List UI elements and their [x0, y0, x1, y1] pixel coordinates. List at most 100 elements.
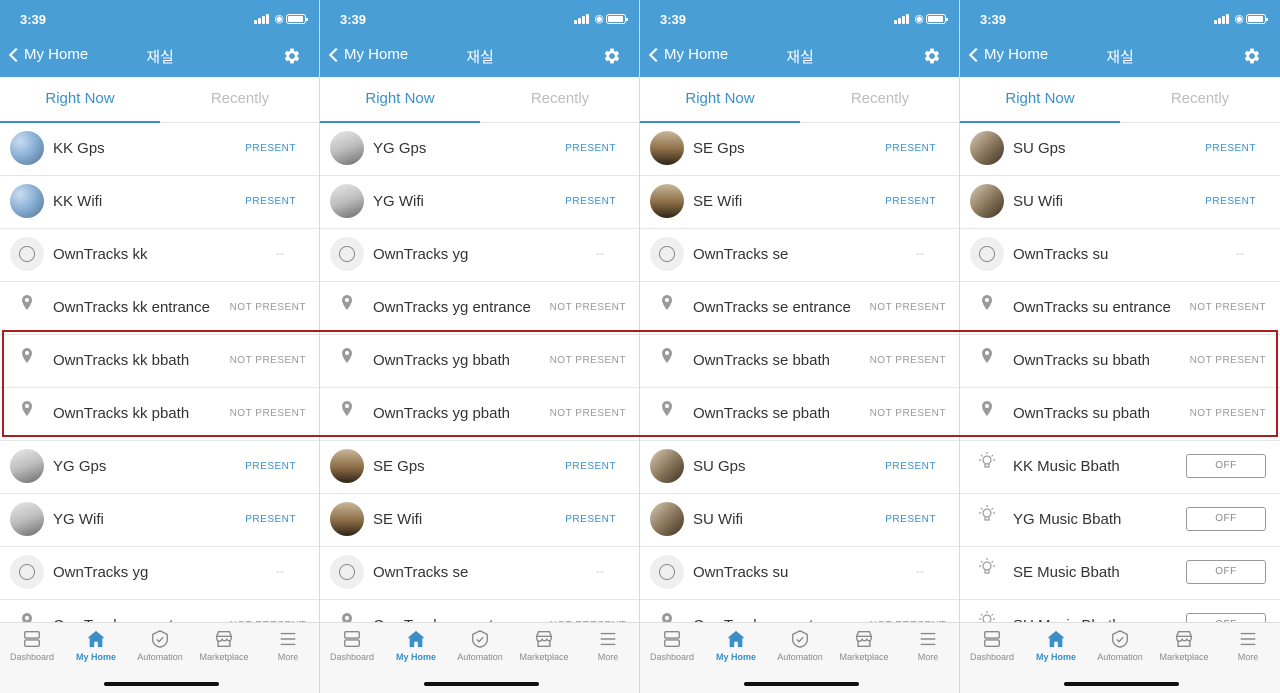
avatar	[970, 184, 1004, 218]
list-item[interactable]: YG Wifi PRESENT	[320, 176, 639, 229]
tab-recently[interactable]: Recently	[1120, 77, 1280, 123]
list-item[interactable]: OwnTracks yg bbath NOT PRESENT	[320, 335, 639, 388]
list-item[interactable]: OwnTracks se --	[640, 229, 959, 282]
tabbar-item-home[interactable]: My Home	[704, 629, 768, 662]
list-item[interactable]: SE Wifi PRESENT	[320, 494, 639, 547]
marketplace-icon	[1152, 629, 1216, 649]
tabbar-item-more[interactable]: More	[256, 629, 319, 662]
toggle-button[interactable]: OFF	[1186, 507, 1266, 531]
list-item[interactable]: YG Gps PRESENT	[320, 123, 639, 176]
tabbar-item-marketplace[interactable]: Marketplace	[832, 629, 896, 662]
location-pin-icon	[10, 343, 44, 377]
list-item[interactable]: SU Gps PRESENT	[960, 123, 1280, 176]
tabbar-item-home[interactable]: My Home	[64, 629, 128, 662]
tabbar-item-home[interactable]: My Home	[384, 629, 448, 662]
tab-recently[interactable]: Recently	[480, 77, 639, 123]
list-item[interactable]: OwnTracks su pbath NOT PRESENT	[960, 388, 1280, 441]
dashboard-icon	[320, 629, 384, 649]
presence-status: PRESENT	[885, 143, 936, 154]
list-item[interactable]: SE Music Bbath OFF	[960, 547, 1280, 600]
tabbar-item-more[interactable]: More	[896, 629, 959, 662]
list-item[interactable]: SE Gps PRESENT	[640, 123, 959, 176]
tabbar-label: More	[917, 652, 939, 662]
tabbar-label: Dashboard	[9, 652, 55, 662]
list-item[interactable]: OwnTracks su bbath NOT PRESENT	[960, 335, 1280, 388]
list-item[interactable]: KK Gps PRESENT	[0, 123, 319, 176]
location-pin-icon	[10, 396, 44, 430]
tabbar-item-more[interactable]: More	[1216, 629, 1280, 662]
tab-right-now[interactable]: Right Now	[320, 77, 480, 123]
tabbar-item-more[interactable]: More	[576, 629, 639, 662]
list-item[interactable]: OwnTracks kk bbath NOT PRESENT	[0, 335, 319, 388]
tabbar-item-automation[interactable]: Automation	[768, 629, 832, 662]
tab-strip: Right Now Recently	[960, 77, 1280, 123]
gear-icon[interactable]	[922, 46, 942, 66]
list-item[interactable]: YG Wifi PRESENT	[0, 494, 319, 547]
location-pin-icon	[970, 343, 1004, 377]
avatar	[330, 184, 364, 218]
tabbar-item-marketplace[interactable]: Marketplace	[192, 629, 256, 662]
device-name: OwnTracks su	[693, 564, 789, 581]
presence-status: --	[1236, 249, 1244, 260]
tabbar-item-marketplace[interactable]: Marketplace	[1152, 629, 1216, 662]
gear-icon[interactable]	[282, 46, 302, 66]
list-item[interactable]: OwnTracks se pbath NOT PRESENT	[640, 388, 959, 441]
list-item[interactable]: SE Gps PRESENT	[320, 441, 639, 494]
tab-right-now[interactable]: Right Now	[640, 77, 800, 123]
list-item[interactable]: OwnTracks yg entrance NOT PRESENT	[320, 282, 639, 335]
location-pin-icon	[10, 290, 44, 324]
tab-recently[interactable]: Recently	[800, 77, 959, 123]
list-item[interactable]: SU Wifi PRESENT	[640, 494, 959, 547]
tabbar-label: Marketplace	[199, 652, 249, 662]
tabbar-item-home[interactable]: My Home	[1024, 629, 1088, 662]
wifi-icon: ◉	[914, 13, 924, 25]
tabbar-item-dashboard[interactable]: Dashboard	[320, 629, 384, 662]
list-item[interactable]: OwnTracks yg pbath NOT PRESENT	[320, 388, 639, 441]
tabbar-label: My Home	[395, 652, 436, 662]
device-name: OwnTracks se	[373, 564, 469, 581]
list-item[interactable]: YG Music Bbath OFF	[960, 494, 1280, 547]
list-item[interactable]: OwnTracks yg --	[0, 547, 319, 600]
list-item[interactable]: YG Gps PRESENT	[0, 441, 319, 494]
list-item[interactable]: OwnTracks su --	[640, 547, 959, 600]
presence-status: PRESENT	[565, 514, 616, 525]
toggle-button[interactable]: OFF	[1186, 560, 1266, 584]
tabbar-item-automation[interactable]: Automation	[128, 629, 192, 662]
toggle-button[interactable]: OFF	[1186, 454, 1266, 478]
list-item[interactable]: OwnTracks se bbath NOT PRESENT	[640, 335, 959, 388]
tabbar-item-dashboard[interactable]: Dashboard	[0, 629, 64, 662]
list-item[interactable]: OwnTracks kk pbath NOT PRESENT	[0, 388, 319, 441]
tab-right-now[interactable]: Right Now	[0, 77, 160, 123]
list-item[interactable]: OwnTracks su --	[960, 229, 1280, 282]
list-item[interactable]: SE Wifi PRESENT	[640, 176, 959, 229]
location-pin-icon	[650, 290, 684, 324]
list-item[interactable]: OwnTracks kk --	[0, 229, 319, 282]
tabbar-item-dashboard[interactable]: Dashboard	[640, 629, 704, 662]
gear-icon[interactable]	[1242, 46, 1262, 66]
list-item[interactable]: OwnTracks su entrance NOT PRESENT	[960, 282, 1280, 335]
list-item[interactable]: KK Music Bbath OFF	[960, 441, 1280, 494]
tab-recently[interactable]: Recently	[160, 77, 319, 123]
presence-status: NOT PRESENT	[549, 355, 626, 366]
list-item[interactable]: KK Wifi PRESENT	[0, 176, 319, 229]
tab-strip: Right Now Recently	[320, 77, 639, 123]
tabbar-item-automation[interactable]: Automation	[1088, 629, 1152, 662]
tabbar-item-marketplace[interactable]: Marketplace	[512, 629, 576, 662]
list-item[interactable]: OwnTracks se entrance NOT PRESENT	[640, 282, 959, 335]
list-item[interactable]: SU Gps PRESENT	[640, 441, 959, 494]
list-item[interactable]: SU Wifi PRESENT	[960, 176, 1280, 229]
avatar	[330, 502, 364, 536]
tabbar-item-automation[interactable]: Automation	[448, 629, 512, 662]
battery-icon	[286, 14, 308, 24]
list-item[interactable]: OwnTracks yg --	[320, 229, 639, 282]
tabbar-item-dashboard[interactable]: Dashboard	[960, 629, 1024, 662]
presence-status: NOT PRESENT	[869, 355, 946, 366]
gear-icon[interactable]	[602, 46, 622, 66]
list-item[interactable]: OwnTracks kk entrance NOT PRESENT	[0, 282, 319, 335]
lightbulb-icon	[970, 449, 1004, 483]
dashboard-icon	[0, 629, 64, 649]
list-item[interactable]: OwnTracks se --	[320, 547, 639, 600]
tab-right-now[interactable]: Right Now	[960, 77, 1120, 123]
presence-status: --	[276, 567, 284, 578]
device-name: OwnTracks su	[1013, 246, 1109, 263]
